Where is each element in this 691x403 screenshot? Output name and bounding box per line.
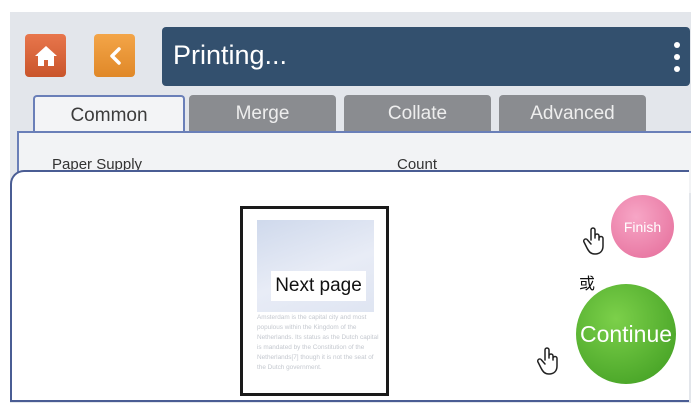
preview-text: Amsterdam is the capital city and most p… (257, 314, 379, 371)
page-preview: Next page Amsterdam is the capital city … (240, 206, 389, 396)
tab-advanced[interactable]: Advanced (499, 95, 646, 132)
finish-button[interactable]: Finish (611, 195, 674, 258)
more-vert-icon[interactable] (674, 42, 682, 72)
home-button[interactable] (25, 34, 66, 77)
continue-button[interactable]: Continue (576, 284, 676, 384)
chevron-left-icon (109, 46, 121, 65)
tab-collate[interactable]: Collate (344, 95, 491, 132)
tab-common[interactable]: Common (33, 95, 185, 134)
next-page-label: Next page (271, 271, 366, 301)
hand-pointer-icon (583, 227, 604, 255)
title-bar: Printing... (162, 27, 690, 86)
tab-merge[interactable]: Merge (189, 95, 336, 132)
or-label: 或 (579, 274, 596, 293)
back-button[interactable] (94, 34, 135, 77)
page-title: Printing... (173, 40, 288, 70)
home-icon (34, 45, 57, 66)
hand-pointer-icon (537, 347, 558, 375)
